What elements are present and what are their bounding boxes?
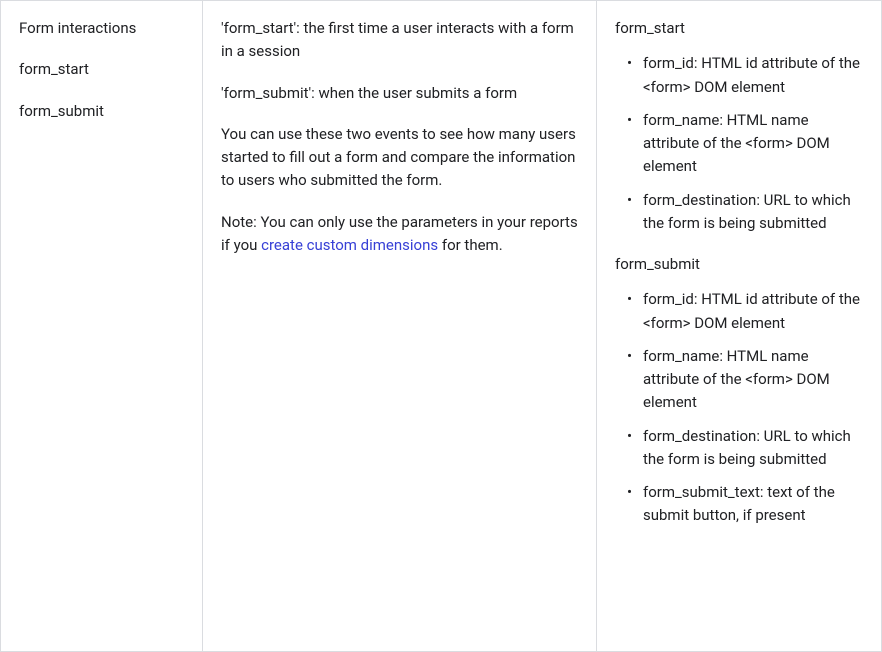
usage-paragraph: You can use these two events to see how …	[221, 123, 578, 193]
event-name-form-submit: form_submit	[19, 100, 184, 123]
list-item: form_destination: URL to which the form …	[625, 189, 863, 236]
list-item: form_name: HTML name attribute of the <f…	[625, 345, 863, 415]
event-name-cell: Form interactions form_start form_submit	[0, 1, 203, 651]
list-item: form_id: HTML id attribute of the <form>…	[625, 288, 863, 335]
definition-form-start: 'form_start': the first time a user inte…	[221, 17, 578, 64]
note-suffix: for them.	[438, 236, 503, 254]
list-item: form_submit_text: text of the submit but…	[625, 481, 863, 528]
list-item: form_name: HTML name attribute of the <f…	[625, 109, 863, 179]
event-name-form-start: form_start	[19, 58, 184, 81]
param-section-form-start: form_start	[615, 17, 863, 40]
param-list-form-submit: form_id: HTML id attribute of the <form>…	[615, 288, 863, 527]
param-list-form-start: form_id: HTML id attribute of the <form>…	[615, 52, 863, 235]
create-custom-dimensions-link[interactable]: create custom dimensions	[261, 236, 438, 254]
note-paragraph: Note: You can only use the parameters in…	[221, 211, 578, 258]
description-cell: 'form_start': the first time a user inte…	[203, 1, 597, 651]
list-item: form_destination: URL to which the form …	[625, 425, 863, 472]
param-section-form-submit: form_submit	[615, 253, 863, 276]
definition-form-submit: 'form_submit': when the user submits a f…	[221, 82, 578, 105]
parameters-cell: form_start form_id: HTML id attribute of…	[597, 1, 882, 651]
doc-table-row: Form interactions form_start form_submit…	[0, 0, 882, 652]
event-category-title: Form interactions	[19, 17, 184, 40]
list-item: form_id: HTML id attribute of the <form>…	[625, 52, 863, 99]
